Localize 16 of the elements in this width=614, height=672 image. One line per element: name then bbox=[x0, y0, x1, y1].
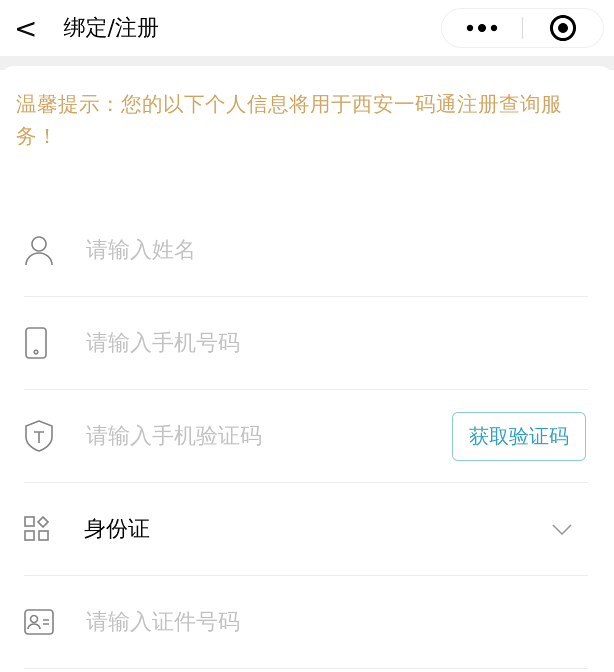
input-field[interactable]: 请输入手机验证码 bbox=[84, 422, 452, 450]
apps-icon bbox=[24, 516, 50, 542]
id-card-icon bbox=[24, 609, 54, 635]
id-type-select[interactable]: 身份证 bbox=[84, 514, 552, 544]
more-icon[interactable] bbox=[466, 24, 498, 32]
close-icon[interactable] bbox=[549, 14, 577, 42]
input-field[interactable]: 请输入姓名 bbox=[84, 236, 588, 264]
input-field[interactable]: 请输入手机号码 bbox=[84, 330, 588, 356]
notice-text: 温馨提示：您的以下个人信息将用于西安一码通注册查询服务！ bbox=[15, 91, 563, 150]
chevron-down-icon[interactable] bbox=[552, 524, 572, 534]
back-button[interactable]: < bbox=[14, 12, 38, 44]
person-icon bbox=[24, 234, 54, 266]
page-title: 绑定/注册 bbox=[63, 15, 160, 43]
phone-icon bbox=[24, 327, 48, 359]
input-field[interactable]: 请输入证件号码 bbox=[84, 608, 588, 636]
shield-icon bbox=[24, 420, 54, 452]
